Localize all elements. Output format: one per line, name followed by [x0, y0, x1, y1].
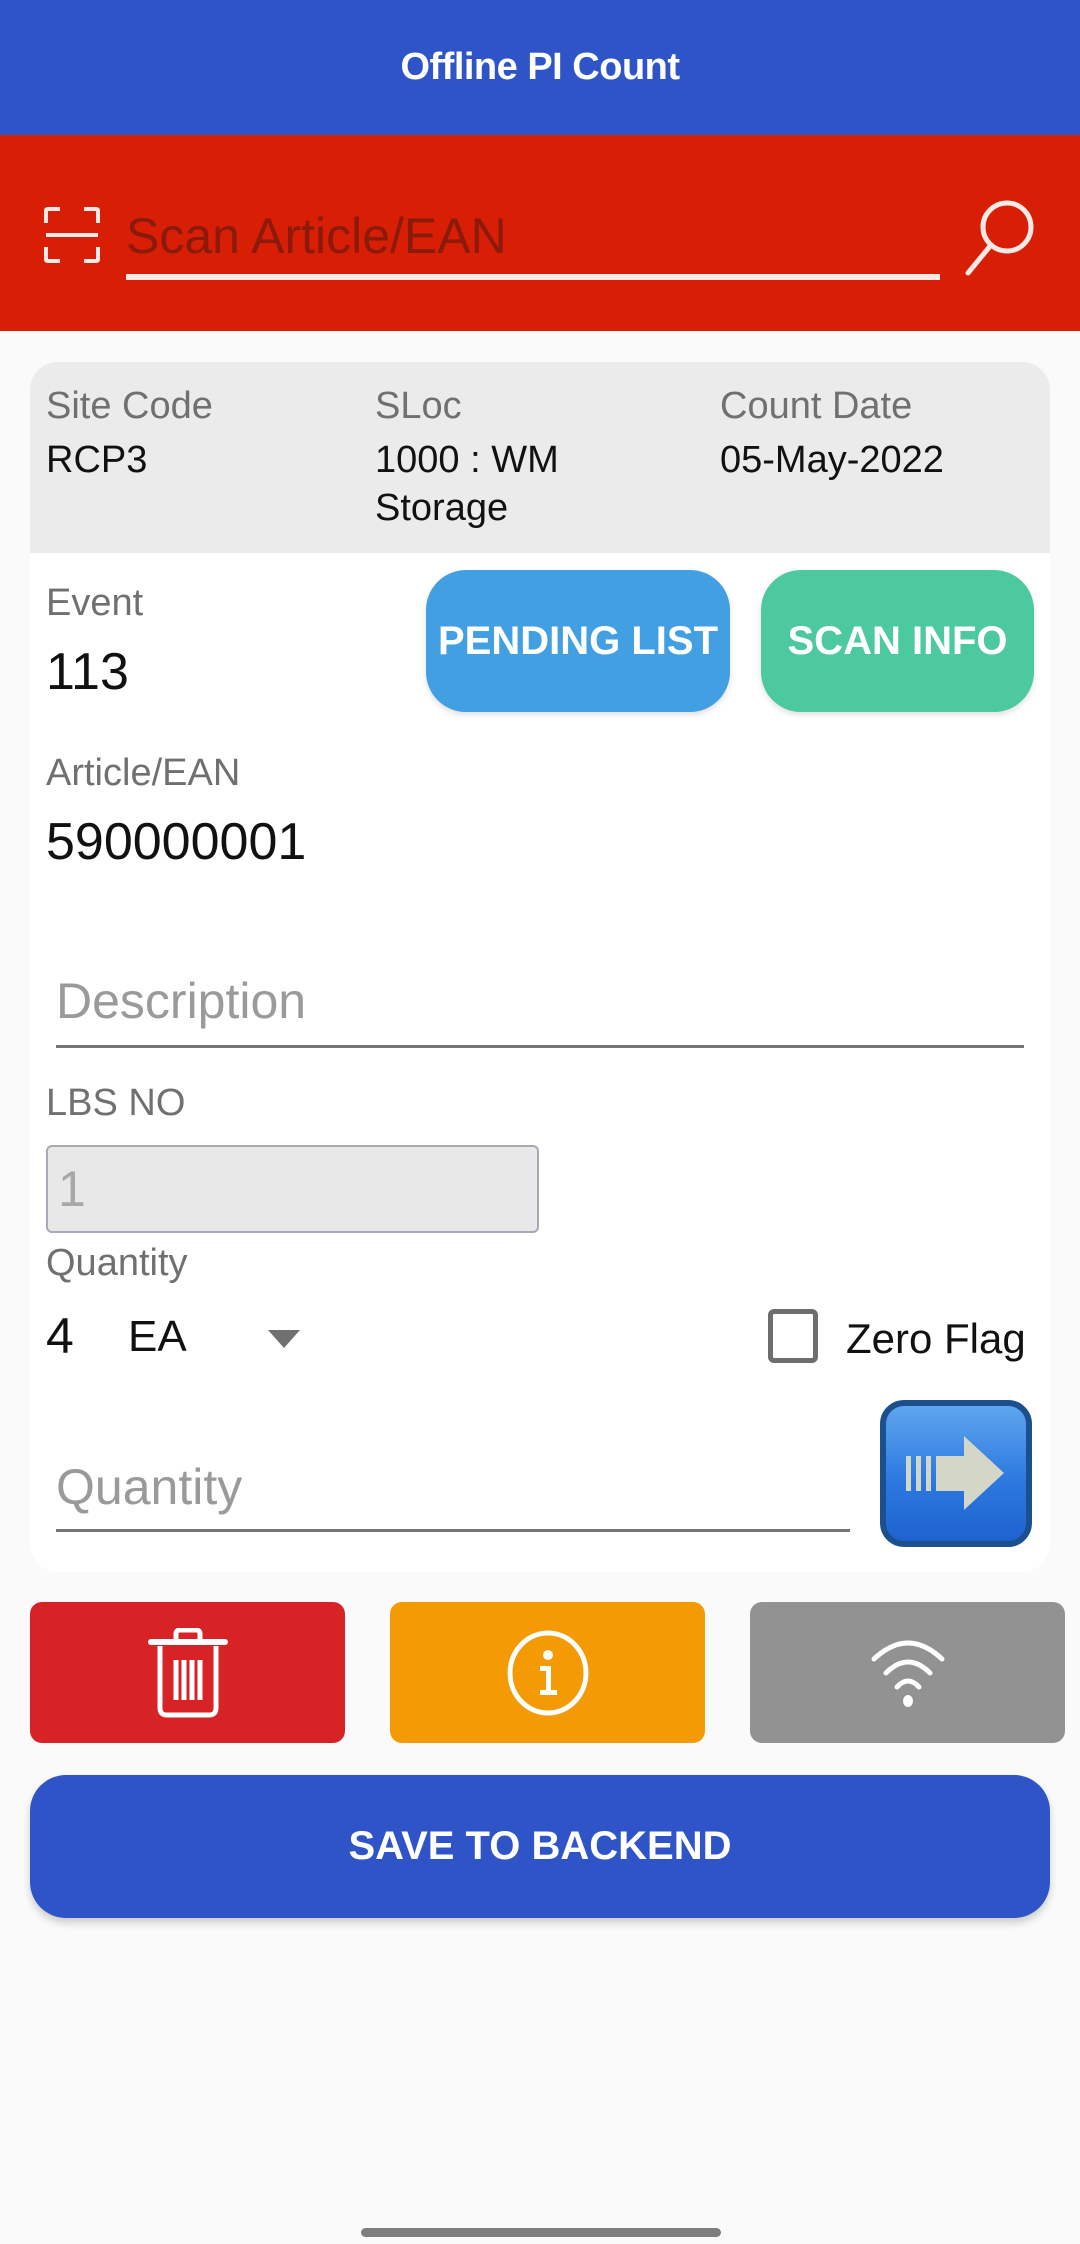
home-gesture-bar[interactable]: [361, 2228, 721, 2237]
zero-flag-checkbox-box[interactable]: [768, 1309, 818, 1363]
scan-bar: [0, 135, 1080, 331]
scan-article-input[interactable]: [126, 205, 940, 267]
article-value: 590000001: [46, 813, 307, 871]
info-panel: Site Code RCP3 SLoc 1000 : WM Storage Co…: [30, 362, 1050, 553]
sloc-value-line2: Storage: [375, 487, 509, 529]
dropdown-arrow-icon: [268, 1330, 300, 1348]
app-header: Offline PI Count: [0, 0, 1080, 135]
quantity-underline: [56, 1529, 850, 1532]
count-date-value: 05-May-2022: [720, 439, 944, 481]
scan-input-underline: [126, 274, 940, 280]
delete-button[interactable]: [30, 1602, 345, 1743]
pending-list-button[interactable]: PENDING LIST: [426, 570, 730, 712]
lbs-no-input[interactable]: [46, 1145, 539, 1233]
info-button[interactable]: [390, 1602, 705, 1743]
description-input[interactable]: [56, 962, 1026, 1040]
search-icon[interactable]: [962, 197, 1038, 277]
count-date-group: Count Date 05-May-2022: [720, 382, 944, 484]
sloc-value: 1000 : WM Storage: [375, 436, 559, 532]
quantity-label: Quantity: [46, 1242, 188, 1284]
wifi-button[interactable]: [750, 1602, 1065, 1743]
wifi-icon: [871, 1640, 944, 1707]
event-value: 113: [46, 643, 129, 701]
unit-dropdown-value: EA: [128, 1312, 187, 1361]
lbs-no-label: LBS NO: [46, 1082, 186, 1124]
count-date-label: Count Date: [720, 385, 913, 427]
event-label: Event: [46, 582, 144, 624]
trash-icon: [147, 1627, 228, 1717]
zero-flag-label: Zero Flag: [846, 1315, 1026, 1362]
description-underline: [56, 1045, 1024, 1048]
unit-dropdown[interactable]: EA: [128, 1304, 348, 1374]
arrow-right-icon: [906, 1436, 1004, 1510]
submit-quantity-button[interactable]: [880, 1400, 1032, 1547]
site-code-value: RCP3: [46, 439, 148, 481]
info-icon: [507, 1630, 588, 1715]
quantity-input[interactable]: [56, 1447, 856, 1527]
page-title: Offline PI Count: [400, 46, 680, 88]
scan-info-button[interactable]: SCAN INFO: [761, 570, 1034, 712]
sloc-label: SLoc: [375, 385, 462, 427]
sloc-group: SLoc 1000 : WM Storage: [375, 382, 559, 532]
sloc-value-line1: 1000 : WM: [375, 439, 559, 481]
quantity-current-value: 4: [46, 1308, 74, 1364]
site-code-label: Site Code: [46, 385, 213, 427]
site-code-group: Site Code RCP3: [46, 382, 213, 484]
article-label: Article/EAN: [46, 752, 241, 794]
barcode-scan-icon[interactable]: [44, 207, 100, 263]
save-to-backend-button[interactable]: SAVE TO BACKEND: [30, 1775, 1050, 1918]
count-form-card: Site Code RCP3 SLoc 1000 : WM Storage Co…: [30, 362, 1050, 1572]
zero-flag-checkbox[interactable]: Zero Flag: [768, 1307, 1048, 1377]
